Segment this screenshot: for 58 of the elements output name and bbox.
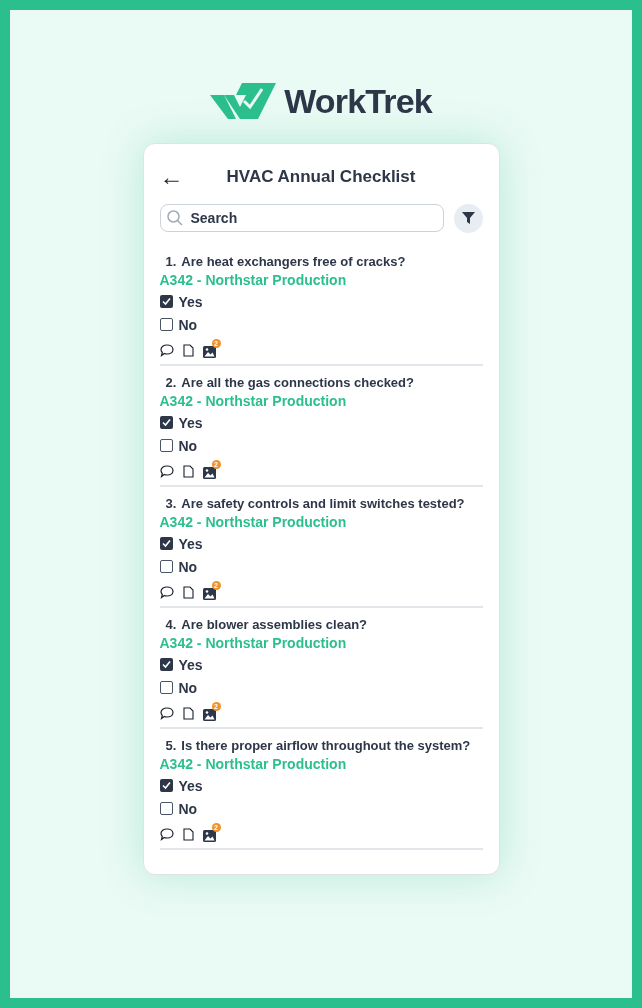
page-title: HVAC Annual Checklist: [225, 166, 417, 188]
asset-label: A342 - Northstar Production: [159, 633, 348, 652]
back-button[interactable]: ←: [159, 164, 182, 189]
image-icon: [202, 345, 216, 358]
question-number: 1.: [165, 252, 177, 271]
asset-label: A342 - Northstar Production: [159, 270, 348, 289]
comment-icon[interactable]: [159, 465, 174, 478]
option-label: No: [178, 315, 198, 334]
image-icon: [202, 587, 216, 600]
option-label: Yes: [178, 292, 203, 311]
document-icon[interactable]: [182, 828, 194, 841]
asset-label: A342 - Northstar Production: [159, 754, 348, 773]
comment-icon[interactable]: [159, 344, 174, 357]
option-label: Yes: [178, 534, 203, 553]
question-text: Is there proper airflow throughout the system?: [181, 736, 471, 755]
document-icon[interactable]: [182, 465, 194, 478]
logo-text: WorkTrek: [284, 81, 432, 122]
logo-icon: [210, 82, 277, 121]
option-label: Yes: [178, 776, 203, 795]
question-text: Are heat exchangers free of cracks?: [181, 252, 406, 271]
image-icon: [202, 829, 216, 842]
document-icon[interactable]: [182, 344, 194, 357]
question-text: Are safety controls and limit switches tested?: [181, 494, 465, 513]
asset-label: A342 - Northstar Production: [159, 391, 348, 410]
question-number: 4.: [165, 615, 177, 634]
option-label: No: [178, 436, 198, 455]
question-number: 5.: [165, 736, 177, 755]
checkbox[interactable]: [159, 318, 173, 331]
checkbox[interactable]: [159, 295, 173, 308]
option-label: No: [178, 799, 198, 818]
search-field[interactable]: Search: [159, 204, 444, 232]
filter-icon: [461, 212, 475, 224]
asset-label: A342 - Northstar Production: [159, 512, 348, 531]
comment-icon[interactable]: [159, 586, 174, 599]
question-number: 3.: [165, 494, 177, 513]
document-icon[interactable]: [182, 586, 194, 599]
option-label: No: [178, 678, 198, 697]
image-icon: [202, 708, 216, 721]
filter-button[interactable]: [453, 203, 483, 233]
checkbox[interactable]: [159, 658, 173, 671]
checkbox[interactable]: [159, 439, 173, 452]
comment-icon[interactable]: [159, 828, 174, 841]
checkbox[interactable]: [159, 802, 173, 815]
question-text: Are all the gas connections checked?: [181, 373, 414, 392]
checkbox[interactable]: [159, 537, 173, 550]
checkbox[interactable]: [159, 560, 173, 573]
checkbox[interactable]: [159, 681, 173, 694]
comment-icon[interactable]: [159, 707, 174, 720]
search-icon: [165, 209, 184, 227]
image-icon: [202, 466, 216, 479]
checkbox[interactable]: [159, 416, 173, 429]
option-label: Yes: [178, 655, 203, 674]
question-number: 2.: [165, 373, 177, 392]
checkbox[interactable]: [159, 779, 173, 792]
document-icon[interactable]: [182, 707, 194, 720]
option-label: No: [178, 557, 198, 576]
question-text: Are blower assemblies clean?: [181, 615, 368, 634]
option-label: Yes: [178, 413, 203, 432]
